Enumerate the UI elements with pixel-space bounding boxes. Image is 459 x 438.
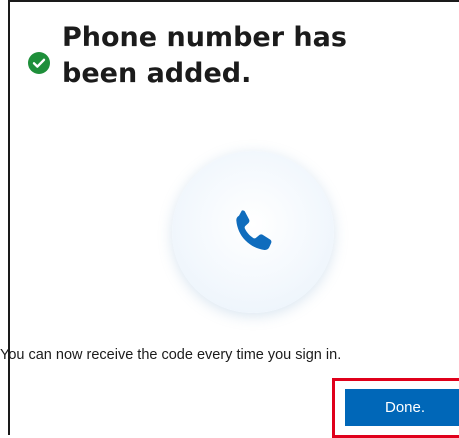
page-title: Phone number has been added.: [62, 22, 347, 89]
phone-illustration: [172, 151, 334, 313]
title-row: Phone number has been added.: [28, 20, 392, 92]
done-button[interactable]: Done.: [345, 389, 459, 426]
confirmation-message: You can now receive the code every time …: [0, 347, 342, 363]
check-circle-icon: [28, 52, 50, 74]
phone-icon: [236, 210, 272, 250]
